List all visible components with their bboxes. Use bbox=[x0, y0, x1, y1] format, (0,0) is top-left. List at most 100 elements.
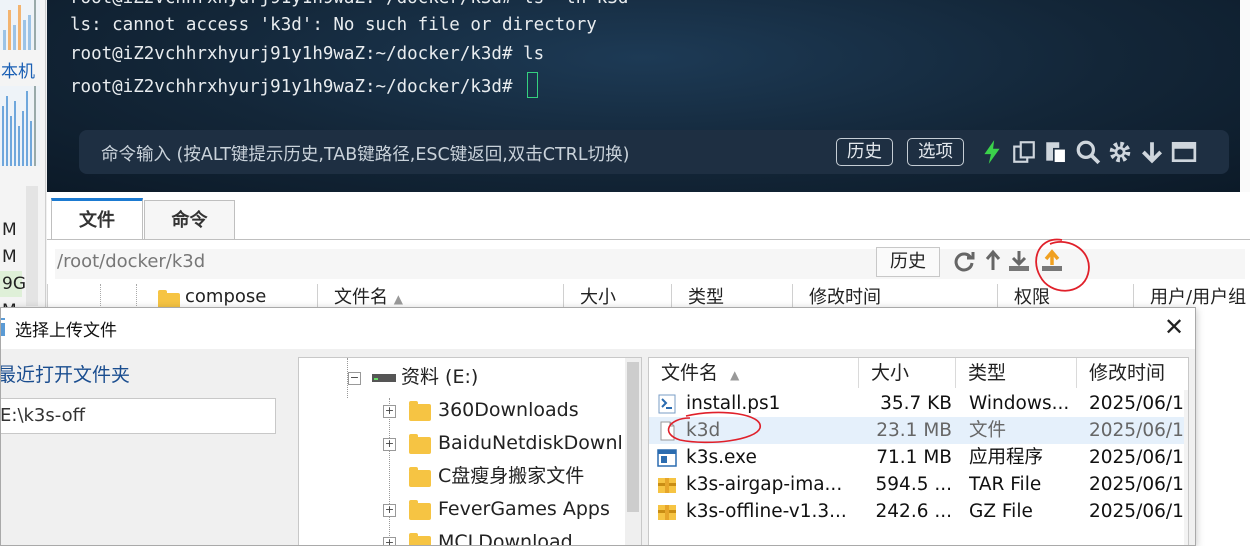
file-icon bbox=[660, 421, 675, 441]
disk-size-1: M bbox=[2, 220, 17, 240]
file-row-airgap[interactable]: k3s-airgap-ima... 594.5 ... TAR File 202… bbox=[649, 471, 1188, 498]
paste-icon[interactable] bbox=[1043, 139, 1069, 165]
file-type: 文件 bbox=[969, 420, 1007, 441]
tree-item-360downloads[interactable]: 360Downloads bbox=[438, 395, 579, 425]
file-size: 35.7 KB bbox=[880, 393, 952, 414]
window-icon[interactable] bbox=[1171, 139, 1197, 165]
cpu-mini-chart bbox=[0, 0, 40, 50]
arrow-down-icon[interactable] bbox=[1139, 139, 1165, 165]
list-column-type[interactable]: 类型 bbox=[956, 358, 1077, 388]
list-column-size[interactable]: 大小 bbox=[859, 358, 956, 388]
tree-item-baidunetdisk[interactable]: BaiduNetdiskDownl bbox=[438, 428, 623, 458]
folder-path-input[interactable]: E:\k3s-off bbox=[1, 398, 276, 434]
tree-collapse-toggle[interactable]: − bbox=[348, 372, 361, 385]
file-name: k3s-offline-v1.3... bbox=[686, 501, 847, 522]
screen: 本机 M M 9G M root@iZ2vchhrxhyurj91y1h9waZ… bbox=[0, 0, 1250, 546]
local-file-list[interactable]: 文件名 ▲ 大小 类型 修改时间 install.ps1 35.7 KB Win… bbox=[648, 357, 1189, 545]
terminal-line-1: root@iZ2vchhrxhyurj91y1h9waZ:~/docker/k3… bbox=[70, 0, 628, 8]
file-size: 23.1 MB bbox=[876, 420, 952, 441]
parent-dir-icon[interactable] bbox=[981, 249, 1005, 273]
tree-guide bbox=[389, 398, 390, 545]
folder-icon bbox=[409, 500, 431, 520]
remote-path-bar[interactable]: /root/docker/k3d bbox=[55, 249, 1245, 279]
drive-icon bbox=[372, 374, 396, 382]
tree-expand-toggle[interactable]: + bbox=[383, 438, 396, 451]
file-row-offline[interactable]: k3s-offline-v1.3... 242.6 ... GZ File 20… bbox=[649, 498, 1188, 525]
terminal-line-3: root@iZ2vchhrxhyurj91y1h9waZ:~/docker/k3… bbox=[70, 44, 545, 64]
list-column-name-label: 文件名 bbox=[661, 362, 719, 384]
command-history-button[interactable]: 历史 bbox=[836, 138, 893, 166]
file-mtime: 2025/06/1 bbox=[1089, 501, 1184, 522]
terminal[interactable]: root@iZ2vchhrxhyurj91y1h9waZ:~/docker/k3… bbox=[47, 0, 1240, 192]
sort-ascending-icon: ▲ bbox=[393, 292, 403, 306]
file-row-k3d[interactable]: k3d 23.1 MB 文件 2025/06/1 bbox=[649, 417, 1188, 444]
folder-tree[interactable]: − 资料 (E:) + 360Downloads + BaiduNetdiskD… bbox=[298, 357, 642, 545]
file-type: Windows... bbox=[969, 393, 1070, 414]
sort-ascending-icon: ▲ bbox=[730, 368, 740, 382]
tree-expand-toggle[interactable]: + bbox=[383, 504, 396, 517]
local-host-label: 本机 bbox=[1, 62, 35, 82]
dialog-title: 选择上传文件 bbox=[15, 321, 117, 341]
recent-folders-label[interactable]: 最近打开文件夹 bbox=[1, 360, 130, 387]
file-row-install[interactable]: install.ps1 35.7 KB Windows... 2025/06/1 bbox=[649, 390, 1188, 417]
tab-divider bbox=[47, 239, 1250, 240]
tree-expand-toggle[interactable]: + bbox=[383, 537, 396, 545]
list-vertical-divider bbox=[1184, 390, 1188, 545]
command-input-placeholder[interactable]: 命令输入 (按ALT键提示历史,TAB键路径,ESC键返回,双击CTRL切换) bbox=[101, 141, 629, 166]
upload-icon[interactable] bbox=[1040, 249, 1064, 273]
file-mtime: 2025/06/1 bbox=[1089, 393, 1184, 414]
tree-scrollbar[interactable] bbox=[625, 358, 641, 545]
list-column-mtime[interactable]: 修改时间 bbox=[1077, 358, 1188, 388]
folder-icon bbox=[409, 434, 431, 454]
gear-icon[interactable] bbox=[1107, 139, 1133, 165]
tab-files[interactable]: 文件 bbox=[51, 198, 143, 240]
search-icon[interactable] bbox=[1075, 139, 1101, 165]
terminal-cursor bbox=[527, 72, 539, 98]
terminal-line-2: ls: cannot access 'k3d': No such file or… bbox=[70, 15, 597, 35]
tree-scroll-thumb[interactable] bbox=[627, 362, 639, 512]
right-edge-panel bbox=[1240, 0, 1250, 192]
file-name: install.ps1 bbox=[686, 393, 781, 414]
column-name-label: 文件名 bbox=[334, 287, 388, 308]
upload-file-dialog: 选择上传文件 ✕ 最近打开文件夹 E:\k3s-off − 资料 (E:) + … bbox=[0, 307, 1196, 546]
file-mtime: 2025/06/1 bbox=[1089, 447, 1184, 468]
dialog-body: 最近打开文件夹 E:\k3s-off − 资料 (E:) + 360Downlo… bbox=[1, 349, 1195, 545]
tree-expand-toggle[interactable]: + bbox=[383, 405, 396, 418]
file-name: k3s-airgap-ima... bbox=[686, 474, 843, 495]
command-input-bar[interactable]: 命令输入 (按ALT键提示历史,TAB键路径,ESC键返回,双击CTRL切换) … bbox=[79, 130, 1229, 174]
tree-item-drive-e[interactable]: 资料 (E:) bbox=[401, 362, 478, 392]
file-name: k3d bbox=[686, 420, 721, 441]
file-type: TAR File bbox=[969, 474, 1042, 495]
path-history-button[interactable]: 历史 bbox=[876, 247, 940, 277]
list-column-name[interactable]: 文件名 ▲ bbox=[649, 358, 859, 388]
terminal-prompt: root@iZ2vchhrxhyurj91y1h9waZ:~/docker/k3… bbox=[70, 77, 524, 97]
file-mtime: 2025/06/1 bbox=[1089, 474, 1184, 495]
refresh-icon[interactable] bbox=[952, 249, 976, 273]
file-name: k3s.exe bbox=[686, 447, 757, 468]
download-icon[interactable] bbox=[1007, 249, 1031, 273]
folder-icon bbox=[409, 401, 431, 421]
file-size: 242.6 ... bbox=[875, 501, 952, 522]
tab-commands[interactable]: 命令 bbox=[144, 200, 235, 240]
folder-icon bbox=[409, 533, 431, 545]
file-type: 应用程序 bbox=[969, 447, 1044, 468]
tree-item-mcldownload[interactable]: MCLDownload bbox=[438, 527, 573, 545]
tree-item-c-slim[interactable]: C盘瘦身搬家文件 bbox=[438, 461, 584, 491]
exe-icon bbox=[657, 449, 677, 467]
lightning-icon[interactable] bbox=[979, 139, 1005, 165]
terminal-line-4: root@iZ2vchhrxhyurj91y1h9waZ:~/docker/k3… bbox=[70, 72, 539, 98]
remote-path-input[interactable]: /root/docker/k3d bbox=[57, 251, 205, 272]
disk-size-3: 9G bbox=[0, 271, 26, 297]
dialog-close-button[interactable]: ✕ bbox=[1159, 312, 1189, 342]
file-type: GZ File bbox=[969, 501, 1033, 522]
tree-item-fevergames[interactable]: FeverGames Apps bbox=[438, 494, 610, 524]
file-size: 594.5 ... bbox=[875, 474, 952, 495]
left-scrollbar[interactable] bbox=[26, 186, 38, 306]
file-row-k3s-exe[interactable]: k3s.exe 71.1 MB 应用程序 2025/06/1 bbox=[649, 444, 1188, 471]
folder-icon bbox=[409, 467, 431, 487]
copy-icon[interactable] bbox=[1011, 139, 1037, 165]
disk-size-2: M bbox=[2, 247, 17, 267]
script-icon bbox=[658, 394, 676, 414]
file-mtime: 2025/06/1 bbox=[1089, 420, 1184, 441]
command-options-button[interactable]: 选项 bbox=[907, 138, 964, 166]
